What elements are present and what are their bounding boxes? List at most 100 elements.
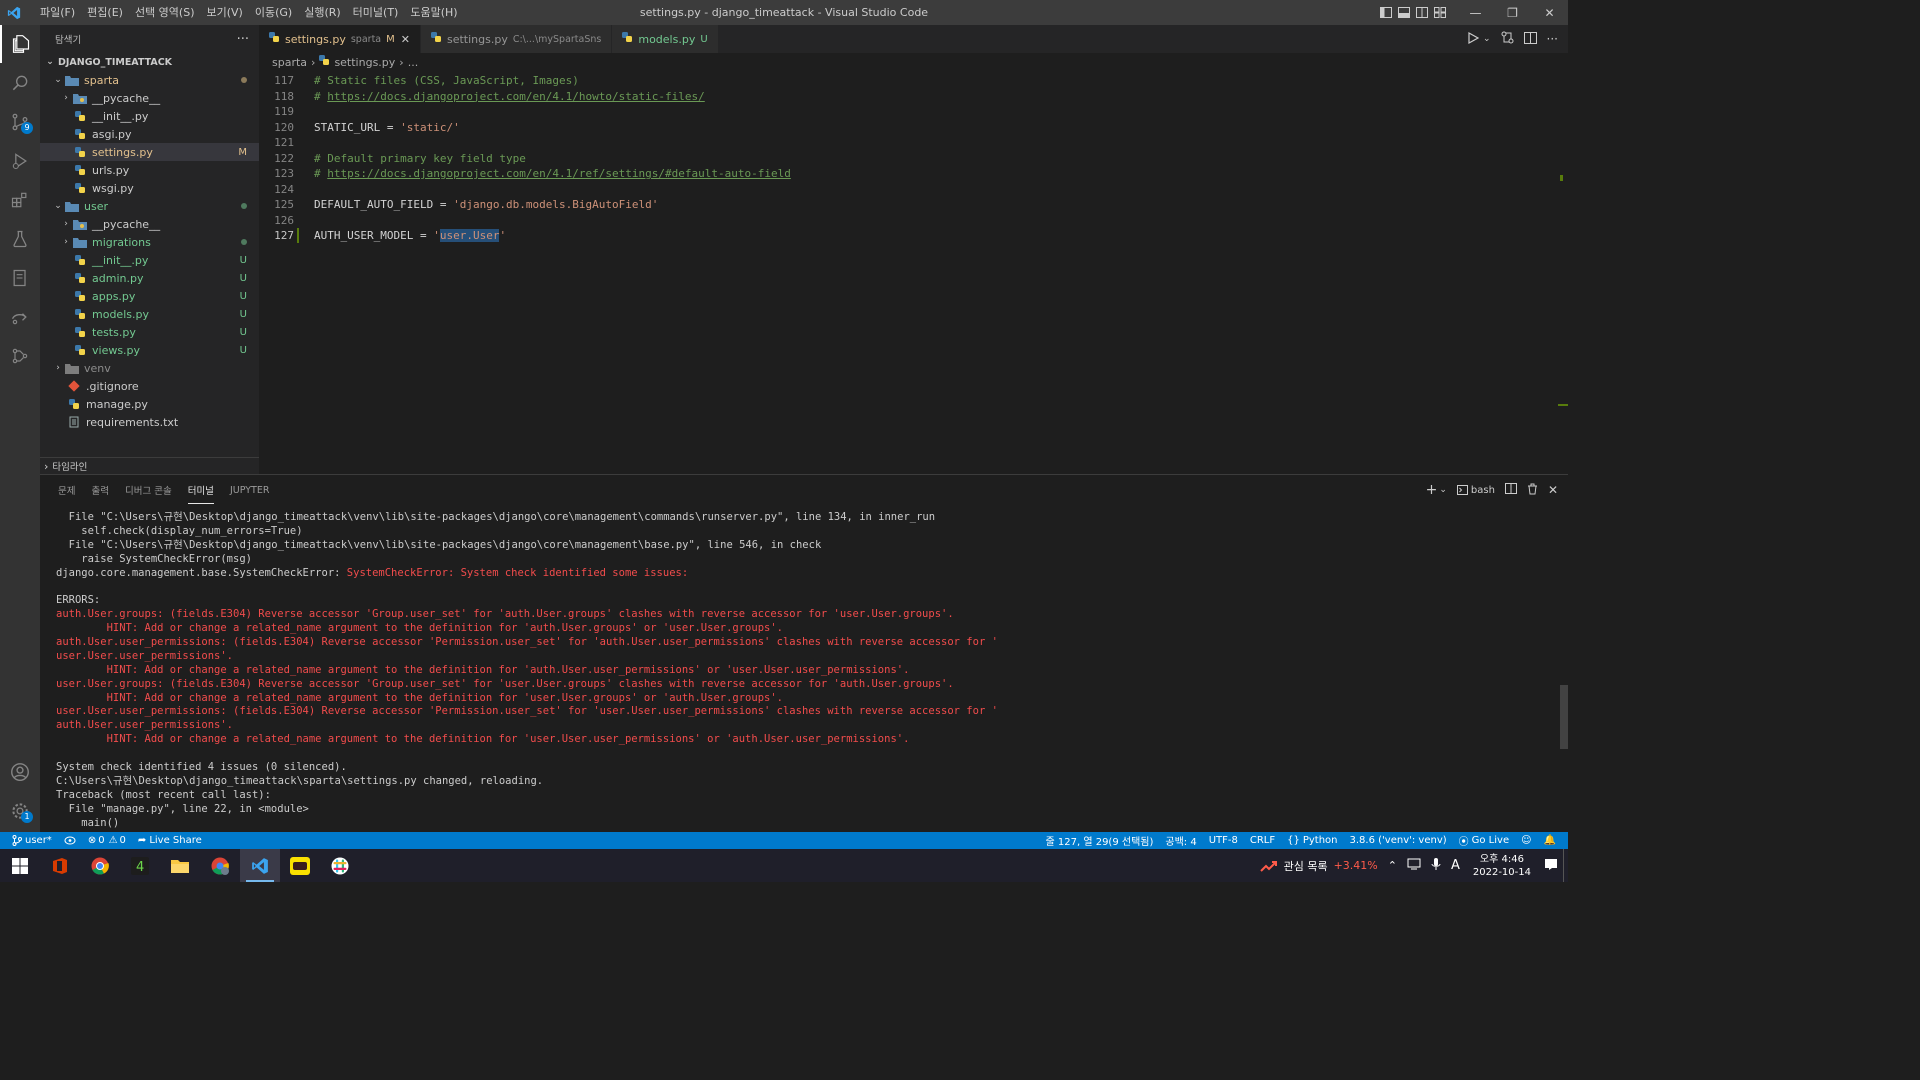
explorer-icon[interactable]: [0, 25, 40, 63]
workspace-root[interactable]: ⌄ DJANGO_TIMEATTACK: [40, 53, 259, 71]
folder-pycache[interactable]: › __pycache__: [40, 89, 259, 107]
problems-indicator[interactable]: ⊗ 0 ⚠ 0: [82, 832, 132, 849]
stock-widget[interactable]: 관심 목록 +3.41%: [1255, 858, 1383, 874]
restore-button[interactable]: ❐: [1494, 0, 1531, 25]
file-requirements-txt[interactable]: requirements.txt: [40, 413, 259, 431]
tab-settings-sparta[interactable]: settings.py sparta M ✕: [259, 25, 421, 53]
file-explorer-icon[interactable]: [160, 849, 200, 882]
folder-pycache[interactable]: › __pycache__: [40, 215, 259, 233]
file-manage-py[interactable]: manage.py: [40, 395, 259, 413]
account-icon[interactable]: [0, 753, 40, 791]
toggle-panel-icon[interactable]: [1395, 0, 1413, 25]
breadcrumb-folder[interactable]: sparta: [272, 56, 307, 69]
menu-help[interactable]: 도움말(H): [404, 0, 463, 25]
live-share-button[interactable]: ➦ Live Share: [132, 832, 208, 849]
code-link[interactable]: https://docs.djangoproject.com/en/4.1/re…: [327, 167, 791, 180]
tab-jupyter[interactable]: JUPYTER: [230, 479, 269, 502]
notifications-bell-icon[interactable]: 🔔: [1538, 832, 1568, 849]
file-gitignore[interactable]: .gitignore: [40, 377, 259, 395]
encoding[interactable]: UTF-8: [1203, 832, 1244, 849]
file-init-py[interactable]: __init__.py U: [40, 251, 259, 269]
tab-terminal[interactable]: 터미널: [187, 477, 214, 504]
folder-user[interactable]: ⌄ user: [40, 197, 259, 215]
folder-venv[interactable]: › venv: [40, 359, 259, 377]
file-init-py[interactable]: __init__.py: [40, 107, 259, 125]
code-link[interactable]: https://docs.djangoproject.com/en/4.1/ho…: [327, 90, 705, 103]
split-terminal-icon[interactable]: [1504, 483, 1517, 497]
network-icon[interactable]: [1402, 858, 1426, 873]
remote-explorer-icon[interactable]: [0, 298, 40, 336]
minimize-button[interactable]: —: [1457, 0, 1494, 25]
terminal-shell-selector[interactable]: bash: [1456, 485, 1495, 496]
search-icon[interactable]: [0, 64, 40, 102]
file-models-py[interactable]: models.py U: [40, 305, 259, 323]
run-icon[interactable]: [1467, 31, 1480, 47]
numbered-app-icon[interactable]: 4: [120, 849, 160, 882]
terminal-scrollbar[interactable]: [1560, 685, 1568, 749]
split-editor-icon[interactable]: [1523, 31, 1537, 47]
terminal-output[interactable]: File "C:\Users\규현\Desktop\django_timeatt…: [56, 511, 1546, 830]
chevron-up-icon[interactable]: ⌃: [1383, 859, 1402, 872]
file-views-py[interactable]: views.py U: [40, 341, 259, 359]
manage-gear-icon[interactable]: 1: [0, 792, 40, 830]
close-panel-icon[interactable]: ✕: [1548, 483, 1558, 497]
vscode-taskbar-icon[interactable]: [240, 849, 280, 882]
language-mode[interactable]: {} Python: [1281, 832, 1343, 849]
chevron-down-icon[interactable]: ⌄: [1483, 34, 1491, 44]
run-debug-icon[interactable]: [0, 142, 40, 180]
source-control-icon[interactable]: 9: [0, 103, 40, 141]
more-actions-icon[interactable]: ···: [237, 32, 249, 47]
menu-file[interactable]: 파일(F): [34, 0, 81, 25]
timeline-section[interactable]: › 타임라인: [40, 457, 259, 474]
file-wsgi-py[interactable]: wsgi.py: [40, 179, 259, 197]
folder-migrations[interactable]: › migrations: [40, 233, 259, 251]
jupyter-icon[interactable]: [0, 259, 40, 297]
file-asgi-py[interactable]: asgi.py: [40, 125, 259, 143]
file-tests-py[interactable]: tests.py U: [40, 323, 259, 341]
office-app-icon[interactable]: [40, 849, 80, 882]
tab-models[interactable]: models.py U: [612, 25, 719, 53]
editor-scrollbar[interactable]: [1558, 71, 1568, 473]
menu-run[interactable]: 실행(R): [298, 0, 346, 25]
menu-edit[interactable]: 편집(E): [81, 0, 129, 25]
close-tab-icon[interactable]: ✕: [401, 33, 410, 46]
tab-problems[interactable]: 문제: [58, 477, 75, 503]
show-desktop-button[interactable]: [1563, 849, 1568, 882]
windows-start-icon[interactable]: [0, 849, 40, 882]
indentation[interactable]: 공백: 4: [1159, 832, 1202, 849]
menu-go[interactable]: 이동(G): [249, 0, 298, 25]
menu-selection[interactable]: 선택 영역(S): [129, 0, 201, 25]
end-of-line[interactable]: CRLF: [1244, 832, 1281, 849]
sync-icon[interactable]: [58, 832, 82, 849]
open-changes-icon[interactable]: [1501, 31, 1514, 47]
testing-icon[interactable]: [0, 220, 40, 258]
chrome-profile-app-icon[interactable]: [200, 849, 240, 882]
notification-center-icon[interactable]: [1539, 858, 1563, 874]
extensions-icon[interactable]: [0, 181, 40, 219]
folder-sparta[interactable]: ⌄ sparta: [40, 71, 259, 89]
tab-debug-console[interactable]: 디버그 콘솔: [125, 477, 172, 503]
menu-view[interactable]: 보기(V): [200, 0, 248, 25]
breadcrumb-symbol[interactable]: ...: [408, 56, 419, 69]
trash-icon[interactable]: [1527, 483, 1538, 498]
code-editor[interactable]: 117 # Static files (CSS, JavaScript, Ima…: [259, 73, 1559, 473]
file-admin-py[interactable]: admin.py U: [40, 269, 259, 287]
new-terminal-icon[interactable]: +: [1426, 482, 1438, 498]
kakaotalk-app-icon[interactable]: [280, 849, 320, 882]
branch-indicator[interactable]: user*: [0, 832, 58, 849]
slack-app-icon[interactable]: [320, 849, 360, 882]
breadcrumb-file[interactable]: settings.py: [334, 56, 395, 69]
tab-output[interactable]: 출력: [91, 477, 108, 503]
chrome-app-icon[interactable]: [80, 849, 120, 882]
python-interpreter[interactable]: 3.8.6 ('venv': venv): [1344, 832, 1453, 849]
tab-settings-myspartasns[interactable]: settings.py C:\...\mySpartaSns: [420, 25, 613, 53]
file-urls-py[interactable]: urls.py: [40, 161, 259, 179]
git-graph-icon[interactable]: [0, 337, 40, 375]
close-window-button[interactable]: ✕: [1531, 0, 1568, 25]
go-live-button[interactable]: ⦿ Go Live: [1453, 832, 1515, 849]
toggle-secondary-sidebar-icon[interactable]: [1413, 0, 1431, 25]
more-actions-icon[interactable]: ···: [1547, 32, 1558, 46]
microphone-icon[interactable]: [1426, 857, 1446, 874]
toggle-sidebar-icon[interactable]: [1377, 0, 1395, 25]
file-apps-py[interactable]: apps.py U: [40, 287, 259, 305]
